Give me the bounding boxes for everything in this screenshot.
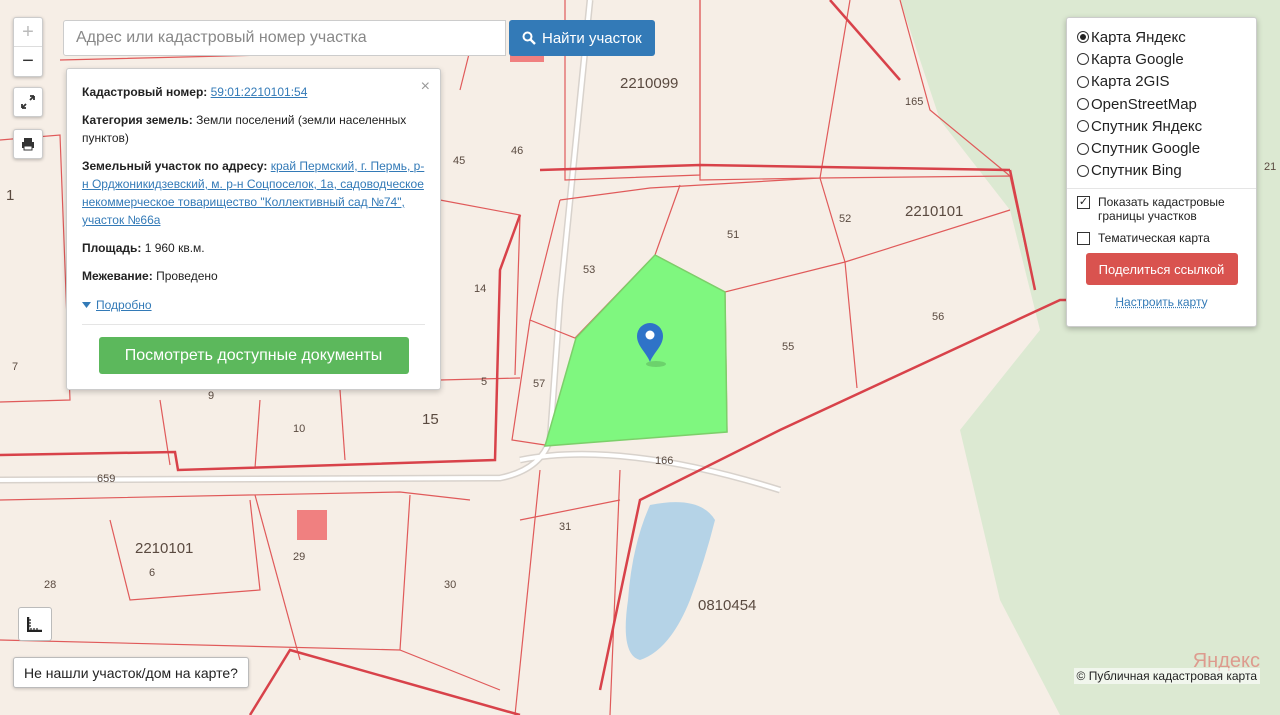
layer-option-label: Спутник Яндекс <box>1091 117 1203 135</box>
popup-divider <box>82 324 425 325</box>
parcel-label: 45 <box>453 155 465 167</box>
cadastral-number-label: Кадастровый номер: <box>82 85 208 99</box>
survey-value: Проведено <box>156 269 218 283</box>
map-layer-panel: Карта Яндекс Карта Google Карта 2GIS Ope… <box>1066 17 1257 327</box>
radio[interactable] <box>1077 75 1089 88</box>
search-input[interactable] <box>63 20 506 56</box>
parcel-label: 30 <box>444 579 456 591</box>
radio[interactable] <box>1077 120 1089 133</box>
print-icon <box>22 138 34 151</box>
area-label: Площадь: <box>82 241 142 255</box>
parcel-label: 29 <box>293 551 305 563</box>
parcel-label: 165 <box>905 96 923 108</box>
share-link-button[interactable]: Поделиться ссылкой <box>1085 253 1238 286</box>
view-documents-button[interactable]: Посмотреть доступные документы <box>98 337 409 374</box>
fullscreen-button[interactable] <box>13 87 43 117</box>
parcel-label: 2210101 <box>135 540 193 557</box>
parcel-label: 21 <box>1264 161 1276 173</box>
fullscreen-icon <box>21 95 35 109</box>
show-borders-toggle[interactable]: ✓ Показать кадастровые границы участков <box>1077 195 1246 223</box>
cadastral-number-row: Кадастровый номер: 59:01:2210101:54 <box>82 83 425 101</box>
caret-down-icon <box>82 302 91 308</box>
thematic-map-checkbox[interactable] <box>1077 232 1090 246</box>
parcel-label: 15 <box>422 411 439 428</box>
address-label: Земельный участок по адресу: <box>82 159 268 173</box>
parcel-info-popup: × Кадастровый номер: 59:01:2210101:54 Ка… <box>66 68 441 390</box>
layer-option-openstreetmap[interactable]: OpenStreetMap <box>1077 93 1246 115</box>
cadastral-number-link[interactable]: 59:01:2210101:54 <box>211 85 308 99</box>
thematic-map-toggle[interactable]: Тематическая карта <box>1077 231 1246 246</box>
parcel-label: 14 <box>474 283 486 295</box>
parcel-label: 1 <box>6 187 14 204</box>
parcel-label: 659 <box>97 473 115 485</box>
search-button-label: Найти участок <box>542 29 642 47</box>
parcel-label: 46 <box>511 145 523 157</box>
show-borders-label: Показать кадастровые границы участков <box>1098 195 1225 224</box>
layer-divider <box>1067 188 1256 190</box>
close-icon[interactable]: × <box>421 75 430 99</box>
survey-label: Межевание: <box>82 269 153 283</box>
parcel-label: 2210099 <box>620 75 678 92</box>
layer-option-label: Карта Google <box>1091 50 1184 68</box>
parcel-label: 55 <box>782 341 794 353</box>
parcel-label: 9 <box>208 390 214 402</box>
layer-option-2gis-map[interactable]: Карта 2GIS <box>1077 71 1246 93</box>
building <box>297 510 327 540</box>
print-button[interactable] <box>13 129 43 159</box>
search-icon <box>522 31 536 45</box>
layer-option-label: Карта Яндекс <box>1091 28 1186 46</box>
radio-selected[interactable] <box>1077 31 1089 44</box>
parcel-label: 28 <box>44 579 56 591</box>
address-row: Земельный участок по адресу: край Пермск… <box>82 157 425 229</box>
thematic-map-label: Тематическая карта <box>1098 231 1210 246</box>
zoom-in-button[interactable]: + <box>14 18 42 46</box>
land-category-row: Категория земель: Земли поселений (земли… <box>82 111 425 147</box>
layer-option-google-map[interactable]: Карта Google <box>1077 48 1246 70</box>
layer-option-label: Спутник Google <box>1091 140 1201 158</box>
area-row: Площадь: 1 960 кв.м. <box>82 239 425 257</box>
parcel-label: 6 <box>149 567 155 579</box>
parcel-label: 166 <box>655 455 673 467</box>
layer-option-yandex-satellite[interactable]: Спутник Яндекс <box>1077 115 1246 137</box>
land-category-label: Категория земель: <box>82 113 193 127</box>
survey-row: Межевание: Проведено <box>82 267 425 285</box>
radio[interactable] <box>1077 142 1089 155</box>
parcel-label: 51 <box>727 229 739 241</box>
not-found-button[interactable]: Не нашли участок/дом на карте? <box>13 657 249 688</box>
parcel-label: 52 <box>839 213 851 225</box>
ruler-icon <box>27 617 42 632</box>
details-toggle[interactable]: Подробно <box>82 296 152 314</box>
parcel-label: 10 <box>293 423 305 435</box>
copyright-text: © Публичная кадастровая карта <box>1073 668 1260 684</box>
layer-option-label: Спутник Bing <box>1091 162 1182 180</box>
layer-option-label: Карта 2GIS <box>1091 73 1170 91</box>
show-borders-checkbox[interactable]: ✓ <box>1077 196 1090 210</box>
zoom-control: + − <box>13 17 43 77</box>
layer-option-google-satellite[interactable]: Спутник Google <box>1077 137 1246 159</box>
parcel-label: 5 <box>481 376 487 388</box>
parcel-label: 31 <box>559 521 571 533</box>
parcel-label: 53 <box>583 264 595 276</box>
radio[interactable] <box>1077 98 1089 111</box>
parcel-label: 7 <box>12 361 18 373</box>
configure-map-link[interactable]: Настроить карту <box>1077 295 1246 309</box>
layer-option-bing-satellite[interactable]: Спутник Bing <box>1077 160 1246 182</box>
ruler-button[interactable] <box>18 607 52 641</box>
parcel-label: 0810454 <box>698 597 756 614</box>
layer-option-label: OpenStreetMap <box>1091 95 1197 113</box>
details-link: Подробно <box>96 298 152 312</box>
parcel-label: 57 <box>533 378 545 390</box>
radio[interactable] <box>1077 164 1089 177</box>
zoom-out-button[interactable]: − <box>14 46 42 75</box>
search-button[interactable]: Найти участок <box>509 20 655 56</box>
parcel-label: 56 <box>932 311 944 323</box>
parcel-label: 2210101 <box>905 203 963 220</box>
layer-option-yandex-map[interactable]: Карта Яндекс <box>1077 26 1246 48</box>
area-value: 1 960 кв.м. <box>144 241 205 255</box>
radio[interactable] <box>1077 53 1089 66</box>
